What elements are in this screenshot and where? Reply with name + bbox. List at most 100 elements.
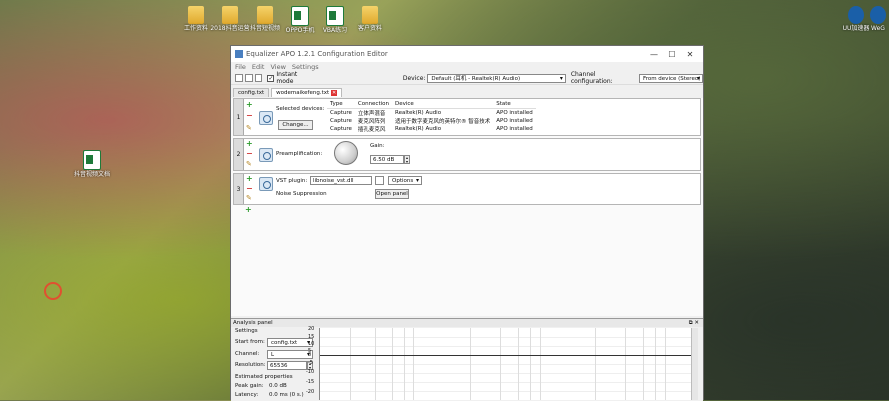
gain-input[interactable]: 6.50 dB [370, 155, 404, 164]
resolution-input[interactable]: 65536 [267, 361, 307, 370]
add-filter-icon[interactable]: + [246, 140, 253, 148]
desktop-icon-douyin-ops[interactable]: 2018抖音运营 [210, 6, 250, 32]
device-select[interactable]: Default (耳机 - Realtek(R) Audio) [427, 73, 566, 83]
analysis-title: Analysis panel [233, 320, 273, 326]
channel-config-select[interactable]: From device (Stereo) [638, 73, 703, 83]
uu-accelerator-icon [848, 6, 864, 24]
filter-number: 2 [234, 139, 244, 170]
noise-suppression-label: Noise Suppression [276, 191, 327, 197]
device-label: Device: [402, 74, 426, 82]
grid-line [665, 328, 666, 400]
frequency-response-graph[interactable]: 20 15 10 5 0 -5 -10 -15 -20 [306, 326, 698, 400]
peak-gain-label: Peak gain: [235, 383, 264, 389]
maximize-icon[interactable]: ☐ [663, 50, 681, 59]
latency-label: Latency: [235, 392, 259, 398]
response-curve [320, 355, 698, 356]
new-file-icon[interactable] [235, 74, 243, 82]
tab-wodemaikefeng[interactable]: wodemaikefeng.txt ✕ [271, 88, 343, 97]
save-file-icon[interactable] [254, 74, 263, 82]
add-filter-icon[interactable]: + [246, 101, 253, 109]
gain-label: Gain: [370, 143, 385, 149]
graph-scrollbar[interactable] [691, 328, 698, 400]
channel-label: Channel: [235, 351, 260, 357]
grid-line [655, 328, 656, 400]
close-tab-icon[interactable]: ✕ [331, 90, 338, 96]
gain-knob[interactable] [334, 141, 358, 165]
instant-mode-label: Instant mode [276, 71, 298, 85]
grid-line [350, 328, 351, 400]
edit-filter-icon[interactable]: ✎ [246, 124, 252, 132]
menu-edit[interactable]: Edit [252, 63, 265, 71]
y-tick: -10 [306, 369, 315, 375]
vst-options-select[interactable]: Options [388, 176, 422, 185]
menu-file[interactable]: File [235, 63, 246, 71]
preamp-filter-icon [259, 148, 273, 162]
desktop-icon-douyin-video[interactable]: 抖音短视频 [245, 6, 285, 32]
table-row[interactable]: Capture 插孔麦克风 Realtek(R) Audio APO insta… [327, 125, 536, 133]
grid-line [320, 373, 698, 374]
tab-config[interactable]: config.txt [233, 88, 270, 97]
grid-line [413, 328, 414, 400]
device-filter-icon [259, 111, 273, 125]
preamp-label: Preamplification: [276, 151, 323, 157]
spreadsheet-icon [326, 6, 344, 26]
grid-line [500, 328, 501, 400]
vst-plugin-input[interactable]: libnoise_vst.dll [310, 176, 372, 185]
spreadsheet-icon [291, 6, 309, 26]
add-filter-icon[interactable]: + [245, 206, 252, 214]
start-from-select[interactable]: config.txt [267, 338, 313, 347]
filter-list: 1 + − ✎ Selected devices: Change... Type… [231, 98, 703, 316]
folder-icon [362, 6, 378, 24]
browse-plugin-icon[interactable] [375, 176, 384, 185]
gain-spinner[interactable]: ▴ ▾ [404, 155, 410, 164]
table-header-row: Type Connection Device State [327, 100, 536, 109]
analysis-panel-header: Analysis panel ⧉ ✕ [231, 319, 703, 327]
panel-controls-icon[interactable]: ⧉ ✕ [689, 320, 699, 327]
vst-filter-icon [259, 177, 273, 191]
desktop-icon-douyin-doc[interactable]: 抖音视频文档 [72, 150, 112, 178]
desktop-icon-clients[interactable]: 客户资料 [350, 6, 390, 32]
table-row[interactable]: Capture 麦克风阵列 适用于数字麦克风的英特尔® 智音技术 APO ins… [327, 117, 536, 125]
spreadsheet-icon [83, 150, 101, 170]
desktop-icon-weg[interactable]: WeG [866, 6, 889, 32]
start-from-label: Start from: [235, 339, 265, 345]
column-header: Connection [354, 100, 392, 109]
filter-device-selection: 1 + − ✎ Selected devices: Change... Type… [233, 98, 701, 136]
edit-filter-icon[interactable]: ✎ [246, 160, 252, 168]
change-devices-button[interactable]: Change... [278, 120, 313, 130]
channel-config-label: Channel configuration: [570, 71, 613, 85]
grid-line [320, 382, 698, 383]
desktop-icon-oppo[interactable]: OPPO手机 [280, 6, 320, 34]
open-panel-button[interactable]: Open panel [375, 189, 409, 199]
remove-filter-icon[interactable]: − [246, 150, 253, 158]
channel-select[interactable]: L [267, 350, 313, 359]
menu-view[interactable]: View [270, 63, 285, 71]
minimize-icon[interactable]: — [645, 50, 663, 59]
grid-line [375, 328, 376, 400]
menu-settings[interactable]: Settings [292, 63, 319, 71]
edit-filter-icon[interactable]: ✎ [246, 194, 252, 202]
grid-line [320, 391, 698, 392]
open-file-icon[interactable] [244, 74, 253, 82]
remove-filter-icon[interactable]: − [246, 112, 253, 120]
app-icon [235, 50, 243, 58]
grid-line [518, 328, 519, 400]
desktop-icon-vba[interactable]: VBA练习 [315, 6, 355, 34]
y-tick: 0 [308, 352, 312, 358]
grid-line [625, 328, 626, 400]
grid-line [404, 328, 405, 400]
add-filter-icon[interactable]: + [246, 175, 253, 183]
vst-plugin-label: VST plugin: [276, 178, 308, 184]
instant-mode-checkbox[interactable]: ✓ [267, 74, 275, 82]
grid-line [320, 337, 698, 338]
peak-gain-value: 0.0 dB [269, 383, 287, 389]
grid-line [643, 328, 644, 400]
analysis-panel: Analysis panel ⧉ ✕ Settings Start from: … [231, 318, 703, 401]
table-row[interactable]: Capture 立体声混音 Realtek(R) Audio APO insta… [327, 109, 536, 117]
column-header: Device [392, 100, 494, 109]
filter-vst: 3 + − ✎ VST plugin: libnoise_vst.dll Opt… [233, 173, 701, 205]
grid-line [320, 346, 698, 347]
folder-icon [257, 6, 273, 24]
close-icon[interactable]: ✕ [681, 50, 699, 59]
remove-filter-icon[interactable]: − [246, 185, 253, 193]
